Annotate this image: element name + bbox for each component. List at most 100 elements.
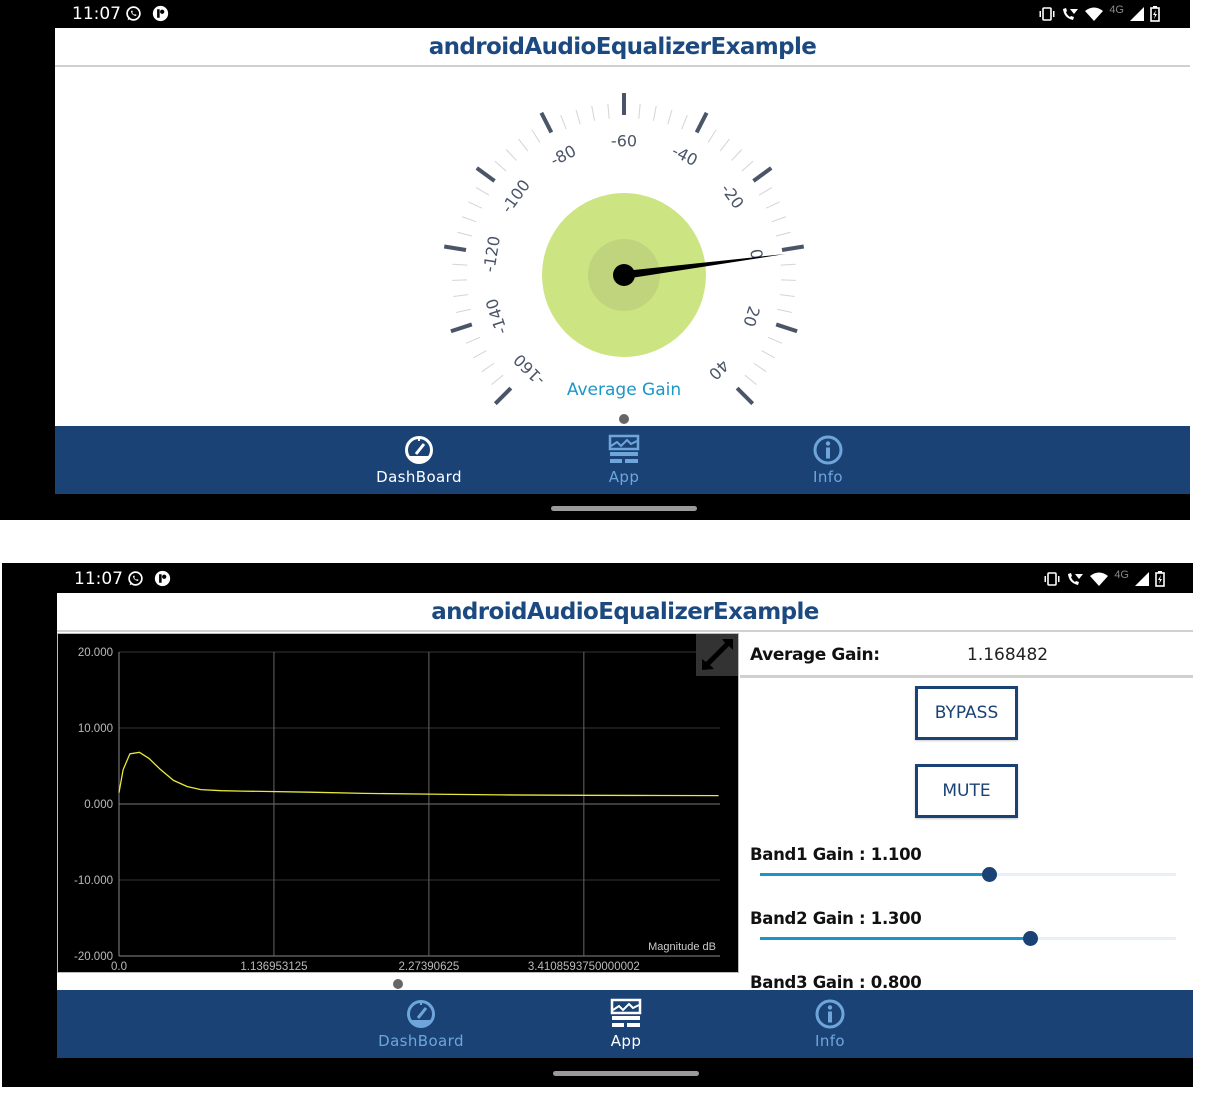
battery-charging-icon: [1155, 571, 1165, 587]
speedometer-icon: [407, 1000, 435, 1028]
gauge-minor-tick: [775, 231, 791, 237]
network-type-label: 4G: [1109, 4, 1124, 16]
average-gain-label: Average Gain:: [750, 645, 880, 665]
app-notification-icon: [152, 5, 169, 22]
wifi-icon: [1090, 572, 1109, 586]
signal-icon: [1130, 7, 1144, 21]
average-gain-gauge: -160-140-120-100-80-60-40-2002040Average…: [443, 93, 805, 406]
network-type-label: 4G: [1114, 569, 1129, 581]
gauge-minor-tick: [681, 114, 688, 130]
average-gain-row: Average Gain: 1.168482: [740, 633, 1193, 678]
gauge-minor-tick: [707, 129, 717, 143]
band1-gain-slider[interactable]: [760, 867, 1176, 883]
gauge-tick-label: 40: [705, 356, 733, 384]
gauge-minor-tick: [744, 374, 757, 386]
page-indicator-dot[interactable]: [393, 979, 403, 989]
tab-info[interactable]: Info: [758, 426, 898, 494]
gauge-major-tick: [539, 111, 554, 134]
magnitude-chart-plot: 20.000 10.000 0.000 -10.000 -20.0000.0 1.1369…: [74, 647, 720, 972]
expand-icon: [702, 639, 733, 670]
tab-dashboard-label: DashBoard: [378, 1032, 464, 1050]
speedometer-icon: [405, 436, 433, 464]
gauge-minor-tick: [591, 105, 596, 121]
gauge-tick-label: -120: [479, 235, 503, 274]
gauge-minor-tick: [452, 263, 468, 266]
gauge-minor-tick: [494, 160, 507, 172]
phone-screen-app: 11:07 4G androidAudioEqualizerExample 20…: [2, 563, 1193, 1087]
mute-button[interactable]: MUTE: [915, 764, 1018, 818]
gauge-tick-label: -60: [611, 132, 637, 151]
gauge-minor-tick: [518, 138, 529, 152]
x-tick-label: 0.0: [111, 961, 127, 972]
gauge-minor-tick: [456, 308, 471, 314]
gauge-minor-tick: [575, 109, 581, 125]
band2-gain-label: Band2 Gain : 1.300: [750, 909, 922, 928]
info-icon: [815, 999, 845, 1029]
gauge-minor-tick: [761, 350, 775, 359]
slider-thumb[interactable]: [1023, 931, 1039, 946]
battery-charging-icon: [1150, 6, 1160, 22]
gauge-minor-tick: [491, 374, 504, 386]
slider-thumb[interactable]: [981, 867, 997, 882]
gauge-minor-tick: [457, 231, 473, 237]
gauge-tick-label: -40: [669, 141, 701, 170]
gauge-major-tick: [735, 386, 755, 406]
home-indicator[interactable]: [551, 506, 697, 511]
y-tick-label: 20.000: [78, 647, 113, 659]
gauge-minor-tick: [453, 294, 469, 298]
vibrate-icon: [1039, 7, 1055, 21]
page-indicator-dot[interactable]: [619, 414, 629, 424]
gauge-minor-tick: [779, 294, 795, 298]
gauge-major-tick: [493, 386, 513, 406]
home-indicator[interactable]: [553, 1071, 699, 1076]
status-bar: 11:07 4G: [2, 563, 1193, 593]
gauge-minor-tick: [465, 336, 481, 344]
expand-chart-button[interactable]: [696, 634, 738, 676]
gauge-major-tick: [694, 111, 709, 134]
status-time: 11:07: [74, 569, 123, 589]
bottom-nav: DashBoard App Info: [55, 426, 1190, 494]
app-screen: androidAudioEqualizerExample 20.000 10.00…: [57, 593, 1193, 1058]
gauge-minor-tick: [765, 201, 780, 209]
gauge-major-tick: [450, 322, 473, 334]
tab-dashboard[interactable]: DashBoard: [351, 990, 491, 1058]
x-tick-label: 3.4108593750000002: [528, 961, 640, 972]
x-tick-label: 2.27390625: [399, 961, 460, 972]
gauge-minor-tick: [468, 201, 483, 209]
tab-info[interactable]: Info: [760, 990, 900, 1058]
tab-app[interactable]: App: [554, 426, 694, 494]
gauge-minor-tick: [753, 362, 767, 373]
y-tick-label: 0.000: [84, 799, 113, 811]
gauge-minor-tick: [771, 216, 787, 223]
tab-app[interactable]: App: [556, 990, 696, 1058]
signal-icon: [1135, 572, 1149, 586]
gauge-major-tick: [752, 166, 773, 183]
band2-gain-slider[interactable]: [760, 931, 1176, 947]
app-title: androidAudioEqualizerExample: [57, 593, 1193, 632]
gauge-minor-tick: [560, 114, 567, 130]
slider-fill: [760, 937, 1031, 940]
gauge-minor-tick: [473, 350, 487, 359]
vibrate-icon: [1044, 572, 1060, 586]
bottom-nav: DashBoard App Info: [57, 990, 1193, 1058]
equalizer-chart-icon: [610, 998, 642, 1027]
status-icons: 4G: [1039, 4, 1160, 24]
gauge-minor-tick: [741, 160, 754, 172]
gauge-minor-tick: [475, 187, 490, 196]
gauge-major-tick: [781, 244, 805, 252]
gauge-minor-tick: [719, 138, 730, 152]
gauge-minor-tick: [531, 129, 541, 143]
tab-dashboard[interactable]: DashBoard: [349, 426, 489, 494]
series-line-magnitude: [118, 751, 719, 797]
slider-fill: [760, 873, 989, 876]
gauge-minor-tick: [505, 149, 517, 161]
app-title: androidAudioEqualizerExample: [55, 28, 1190, 67]
wifi-calling-icon: [1068, 573, 1084, 585]
gauge-minor-tick: [607, 103, 610, 119]
bypass-button[interactable]: BYPASS: [915, 686, 1018, 740]
gauge-minor-tick: [731, 149, 743, 161]
average-gain-value: 1.168482: [967, 645, 1049, 665]
equalizer-chart-icon: [608, 434, 640, 463]
gauge-major-tick: [475, 166, 496, 183]
whatsapp-icon: [126, 6, 141, 21]
